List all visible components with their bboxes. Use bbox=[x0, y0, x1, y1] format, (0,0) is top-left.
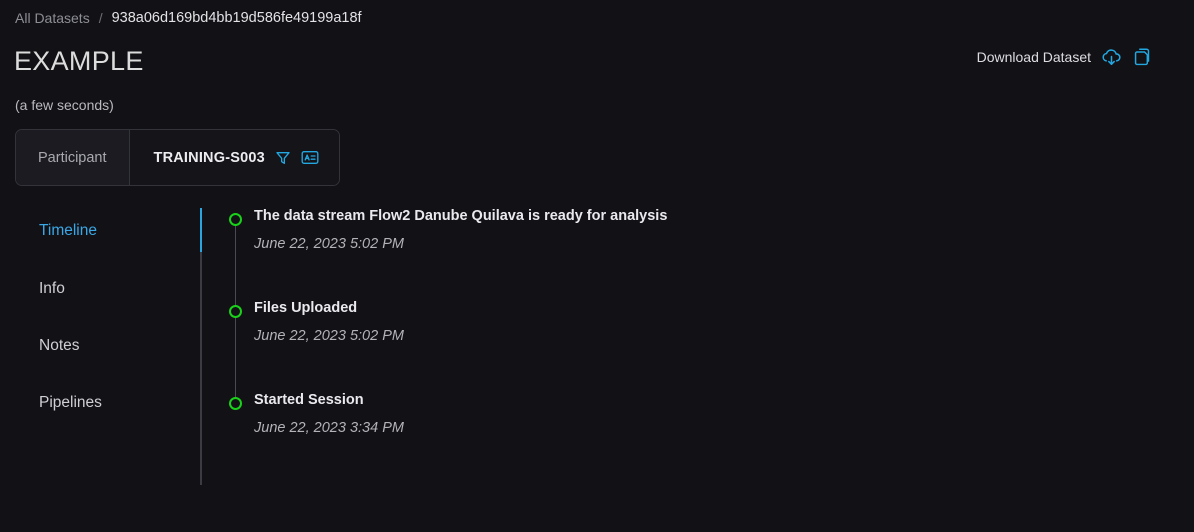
participant-selector[interactable]: Participant TRAINING-S003 bbox=[15, 129, 340, 186]
breadcrumb: All Datasets / 938a06d169bd4bb19d586fe49… bbox=[15, 9, 362, 27]
timeline-event-timestamp: June 22, 2023 5:02 PM bbox=[254, 328, 404, 344]
breadcrumb-separator: / bbox=[98, 10, 103, 26]
download-dataset-button[interactable]: Download Dataset bbox=[977, 49, 1091, 65]
download-actions: Download Dataset bbox=[977, 45, 1154, 69]
cloud-download-icon[interactable] bbox=[1100, 46, 1123, 69]
participant-value: TRAINING-S003 bbox=[153, 149, 265, 166]
breadcrumb-all-datasets-link[interactable]: All Datasets bbox=[15, 9, 90, 27]
timeline-event-title: The data stream Flow2 Danube Quilava is … bbox=[254, 208, 668, 224]
sidebar-item-pipelines[interactable]: Pipelines bbox=[39, 393, 102, 413]
filter-funnel-icon[interactable] bbox=[275, 150, 291, 166]
sidebar-item-notes[interactable]: Notes bbox=[39, 336, 80, 356]
id-badge-icon[interactable] bbox=[301, 150, 319, 165]
timeline-event-title: Files Uploaded bbox=[254, 300, 358, 316]
sidebar-active-indicator bbox=[200, 208, 202, 252]
timeline-marker-icon bbox=[229, 397, 242, 410]
page-subtitle-elapsed: (a few seconds) bbox=[15, 97, 114, 113]
participant-label: Participant bbox=[16, 130, 130, 185]
page-title: EXAMPLE bbox=[14, 46, 144, 76]
sidebar-item-timeline[interactable]: Timeline bbox=[39, 221, 97, 241]
participant-value-cell[interactable]: TRAINING-S003 bbox=[129, 130, 339, 185]
section-nav-sidebar: Timeline Info Notes Pipelines bbox=[0, 200, 202, 485]
timeline-event-timestamp: June 22, 2023 3:34 PM bbox=[254, 420, 404, 436]
breadcrumb-current-dataset-id: 938a06d169bd4bb19d586fe49199a18f bbox=[111, 10, 362, 26]
dataset-detail-page: All Datasets / 938a06d169bd4bb19d586fe49… bbox=[0, 0, 1194, 532]
timeline-event-title: Started Session bbox=[254, 392, 364, 408]
sidebar-item-info[interactable]: Info bbox=[39, 279, 65, 299]
timeline-marker-icon bbox=[229, 305, 242, 318]
copy-icon[interactable] bbox=[1132, 46, 1154, 68]
timeline-marker-icon bbox=[229, 213, 242, 226]
timeline-event-timestamp: June 22, 2023 5:02 PM bbox=[254, 236, 404, 252]
